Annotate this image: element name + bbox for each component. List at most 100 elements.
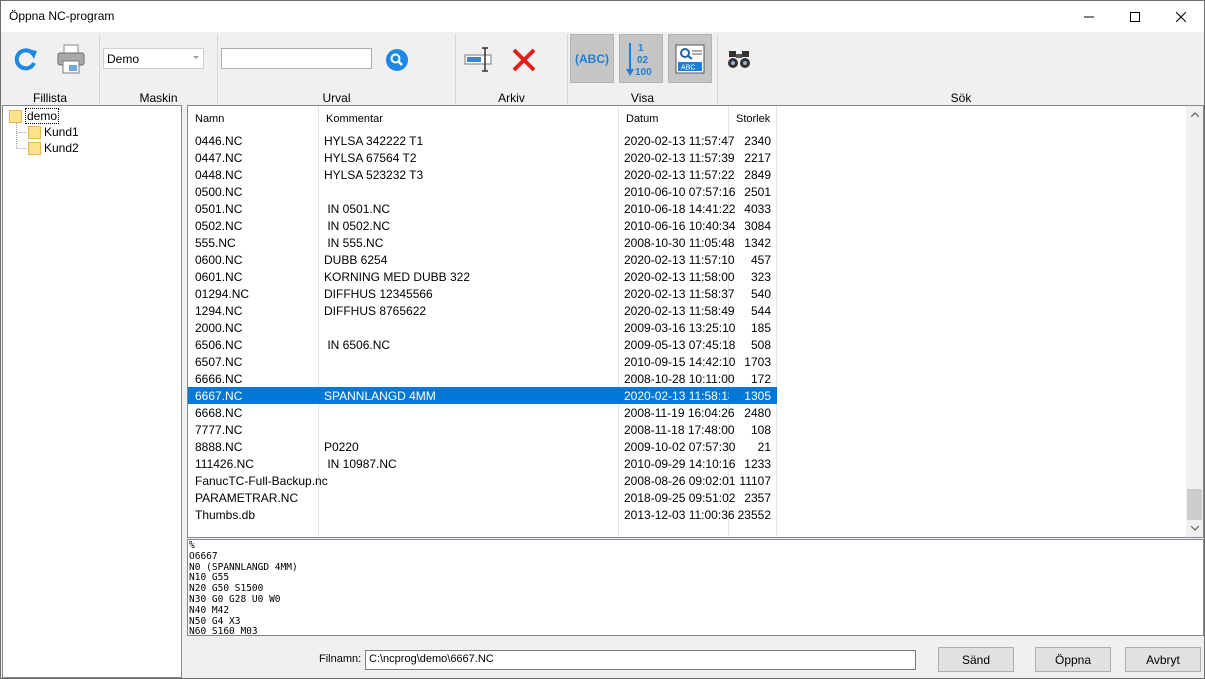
tree-item-demo[interactable]: demo [9,108,60,124]
cell-comment: HYLSA 342222 T1 [319,132,619,149]
cell-name: 0600.NC [188,251,319,268]
table-row[interactable]: 1294.NC DIFFHUS 8765622 2020-02-13 11:58:4… [188,302,1186,319]
chevron-down-icon [193,56,199,59]
table-row[interactable]: 6668.NC 2008-11-19 16:04:26 2480 [188,404,1186,421]
table-row[interactable]: 0448.NC HYLSA 523232 T3 2020-02-13 11:57:2… [188,166,1186,183]
cell-size: 2357 [729,489,777,506]
cell-comment [319,353,619,370]
cell-comment: DUBB 6254 [319,251,619,268]
scroll-up-button[interactable] [1186,106,1203,123]
column-header-name[interactable]: Namn [188,106,319,132]
table-row[interactable]: 0446.NC HYLSA 342222 T1 2020-02-13 11:57:4… [188,132,1186,149]
print-button[interactable] [53,42,89,76]
cell-date: 2020-02-13 11:57:10 [619,251,735,268]
minimize-button[interactable] [1066,1,1112,32]
send-button[interactable]: Sänd [938,647,1014,672]
open-button[interactable]: Öppna [1035,647,1111,672]
scroll-down-button[interactable] [1186,520,1203,537]
group-label-urval: Urval [322,91,351,105]
cell-name: 7777.NC [188,421,319,438]
cell-size: 185 [729,319,777,336]
table-row[interactable]: PARAMETRAR.NC 2018-09-25 09:51:02 2357 [188,489,1186,506]
table-row[interactable]: 0600.NC DUBB 6254 2020-02-13 11:57:10 457 [188,251,1186,268]
tree-item-kund1[interactable]: Kund1 [28,124,79,140]
table-row[interactable]: 01294.NC DIFFHUS 12345566 2020-02-13 11:58… [188,285,1186,302]
table-row[interactable]: 0447.NC HYLSA 67564 T2 2020-02-13 11:57:39… [188,149,1186,166]
sort-numeric-toggle[interactable]: 1 02 100 [619,34,663,83]
table-row[interactable]: 111426.NC IN 10987.NC 2010-09-29 14:10:16… [188,455,1186,472]
folder-tree: demo Kund1 Kund2 [2,105,182,678]
table-row[interactable]: 6507.NC 2010-09-15 14:42:10 1703 [188,353,1186,370]
cell-date: 2010-06-18 14:41:22 [619,200,735,217]
svg-text:1: 1 [638,43,644,54]
cell-name: 0501.NC [188,200,319,217]
cell-date: 2020-02-13 11:58:00 [619,268,735,285]
cell-size: 544 [729,302,777,319]
file-list-scrollbar[interactable] [1186,106,1203,537]
open-nc-program-window: Öppna NC-program Fillista Demo Maskin Ur… [0,0,1205,679]
cell-size: 323 [729,268,777,285]
preview-toggle[interactable]: ABC [668,34,712,83]
cell-empty [619,523,729,537]
cell-size: 1342 [729,234,777,251]
cell-comment: IN 6506.NC [319,336,619,353]
filename-input[interactable]: C:\ncprog\demo\6667.NC [365,650,916,670]
cell-comment [319,506,619,523]
cell-comment [319,183,619,200]
table-row[interactable]: 8888.NC P0220 2009-10-02 07:57:30 21 [188,438,1186,455]
table-row[interactable]: 0502.NC IN 0502.NC 2010-06-16 10:40:34 308… [188,217,1186,234]
cell-date: 2010-06-16 10:40:34 [619,217,735,234]
cell-size: 21 [729,438,777,455]
cell-comment [319,421,619,438]
cell-name: 0502.NC [188,217,319,234]
cell-size: 172 [729,370,777,387]
group-label-visa: Visa [630,91,655,105]
table-row[interactable]: 6666.NC 2008-10-28 10:11:00 172 [188,370,1186,387]
cell-size: 23552 [729,506,777,523]
delete-button[interactable] [509,45,539,75]
column-header-date[interactable]: Datum [619,106,729,132]
cell-date: 2008-10-28 10:11:00 [619,370,735,387]
cell-date: 2013-12-03 11:00:36 [619,506,735,523]
show-comments-toggle[interactable]: (ABC) [570,34,614,83]
find-button[interactable] [725,46,753,72]
cell-size: 2501 [729,183,777,200]
maximize-button[interactable] [1112,1,1158,32]
table-row[interactable]: 0500.NC 2010-06-10 07:57:16 2501 [188,183,1186,200]
cell-date: 2010-06-10 07:57:16 [619,183,735,200]
table-row[interactable]: 2000.NC 2009-03-16 13:25:10 185 [188,319,1186,336]
cell-size: 108 [729,421,777,438]
cancel-button[interactable]: Avbryt [1125,647,1201,672]
table-row[interactable]: FanucTC-Full-Backup.nc 2008-08-26 09:02:0… [188,472,1186,489]
cell-size: 1305 [729,387,777,404]
cell-size: 4033 [729,200,777,217]
filter-search-button[interactable] [384,47,410,73]
table-row[interactable]: 7777.NC 2008-11-18 17:48:00 108 [188,421,1186,438]
cell-name: 2000.NC [188,319,319,336]
table-row[interactable]: Thumbs.db 2013-12-03 11:00:36 23552 [188,506,1186,523]
table-row[interactable]: 555.NC IN 555.NC 2008-10-30 11:05:48 1342 [188,234,1186,251]
table-row[interactable]: 0601.NC KORNING MED DUBB 322 2020-02-13 11… [188,268,1186,285]
filter-input[interactable] [221,48,372,69]
refresh-icon [14,48,37,71]
cell-comment: IN 0502.NC [319,217,619,234]
scroll-thumb[interactable] [1187,489,1202,520]
file-list-header: Namn Kommentar Datum Storlek [188,106,1186,132]
table-row[interactable]: 6506.NC IN 6506.NC 2009-05-13 07:45:18 508 [188,336,1186,353]
refresh-button[interactable] [11,44,41,74]
column-header-size[interactable]: Storlek [729,106,777,132]
rename-button[interactable] [462,44,498,74]
cell-name: 0446.NC [188,132,319,149]
tree-item-kund2[interactable]: Kund2 [28,140,79,156]
table-row[interactable]: 6667.NC SPANNLANGD 4MM 2020-02-13 11:58:18… [188,387,1186,404]
machine-select[interactable]: Demo [103,48,204,69]
svg-text:100: 100 [635,67,652,78]
printer-icon [57,44,85,74]
close-button[interactable] [1158,1,1204,32]
cell-size: 508 [729,336,777,353]
column-header-comment[interactable]: Kommentar [319,106,619,132]
group-label-arkiv: Arkiv [498,91,525,105]
file-list: Namn Kommentar Datum Storlek 0446.NC HYLS… [187,105,1204,538]
table-row[interactable]: 0501.NC IN 0501.NC 2010-06-18 14:41:22 403… [188,200,1186,217]
tree-item-label: Kund2 [44,141,79,155]
